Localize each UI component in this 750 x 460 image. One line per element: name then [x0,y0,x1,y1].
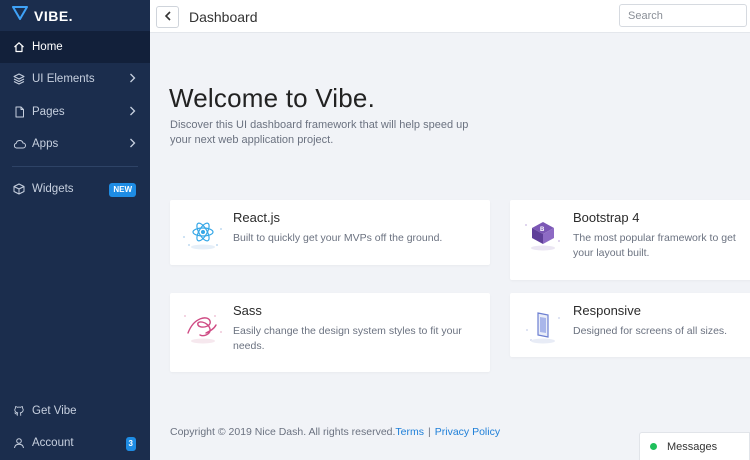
chevron-right-icon [129,73,136,86]
sidebar-item-label: Pages [32,106,65,118]
card-description: Built to quickly get your MVPs off the g… [233,232,443,244]
sidebar-item-widgets[interactable]: Widgets NEW [0,173,150,205]
new-badge: NEW [109,183,136,197]
privacy-policy-link[interactable]: Privacy Policy [435,426,500,438]
react-illustration-icon [180,214,226,254]
cloud-icon [12,137,26,151]
svg-text:B: B [540,227,545,233]
card-react[interactable]: React.js Built to quickly get your MVPs … [170,200,490,265]
sidebar-item-ui-elements[interactable]: UI Elements [0,63,150,95]
home-icon [12,40,26,54]
sidebar-item-label: Home [32,41,63,53]
back-button[interactable] [156,6,179,28]
card-bootstrap[interactable]: B Bootstrap 4 The most popular framework… [510,200,750,280]
sidebar: VIBE. Home UI Elements Pages Apps Widget… [0,0,150,460]
messages-label: Messages [667,440,718,453]
chevron-right-icon [129,106,136,119]
footer-separator: | [428,426,431,438]
welcome-title: Welcome to Vibe. [169,83,376,113]
file-icon [12,105,26,119]
sidebar-item-home[interactable]: Home [0,31,150,63]
welcome-subtitle: Discover this UI dashboard framework tha… [170,119,469,146]
github-icon [12,404,26,418]
sidebar-item-label: Account [32,437,74,449]
chevron-left-icon [164,8,172,26]
terms-link[interactable]: Terms [395,426,424,438]
search-input[interactable] [619,4,747,27]
chevron-right-icon [129,138,136,151]
card-description: Easily change the design system styles t… [233,325,462,352]
copyright-text: Copyright © 2019 Nice Dash. All rights r… [170,426,396,438]
user-icon [12,436,26,450]
sidebar-item-label: Widgets [32,183,74,195]
sidebar-item-label: Get Vibe [32,405,77,417]
messages-widget[interactable]: Messages [639,432,750,460]
layers-icon [12,72,26,86]
sidebar-item-apps[interactable]: Apps [0,128,150,160]
brand-name: VIBE. [34,7,74,24]
page-title: Dashboard [189,9,258,25]
brand[interactable]: VIBE. [0,0,150,31]
bootstrap-illustration-icon: B [520,214,566,254]
sidebar-item-label: UI Elements [32,73,95,85]
vibe-logo-icon [12,6,28,25]
account-count-badge: 3 [125,437,136,451]
sidebar-item-pages[interactable]: Pages [0,96,150,128]
sass-illustration-icon [180,307,226,347]
sidebar-item-account[interactable]: Account 3 [0,427,150,459]
card-title: Sass [233,303,262,318]
card-title: Responsive [573,303,641,318]
footer: Copyright © 2019 Nice Dash. All rights r… [170,426,500,438]
online-status-icon [650,443,657,450]
box-icon [12,182,26,196]
card-title: Bootstrap 4 [573,210,640,225]
sidebar-item-get-vibe[interactable]: Get Vibe [0,395,150,427]
card-description: Designed for screens of all sizes. [573,325,728,337]
card-responsive[interactable]: Responsive Designed for screens of all s… [510,293,750,357]
sidebar-divider [12,166,138,167]
card-sass[interactable]: Sass Easily change the design system sty… [170,293,490,372]
card-description: The most popular framework to get your l… [573,232,736,259]
card-title: React.js [233,210,280,225]
sidebar-item-label: Apps [32,138,59,150]
responsive-illustration-icon [520,307,566,347]
top-bar: Dashboard [150,0,750,33]
